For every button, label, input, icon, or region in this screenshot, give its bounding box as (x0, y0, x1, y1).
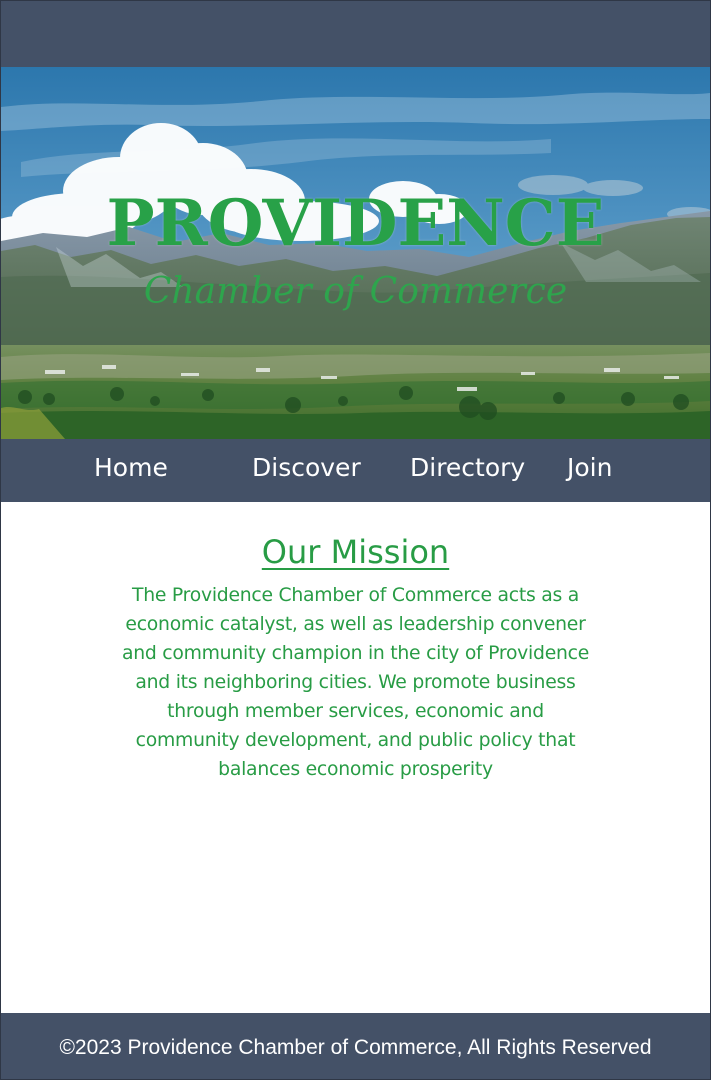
footer: ©2023 Providence Chamber of Commerce, Al… (1, 1013, 710, 1079)
mission-title: Our Mission (261, 533, 450, 571)
mission-section: Our Mission The Providence Chamber of Co… (1, 534, 710, 784)
main-navigation: Home Discover Directory Join (1, 439, 710, 502)
top-header-bar (1, 1, 710, 67)
page: PROVIDENCE Chamber of Commerce Home Disc… (0, 0, 711, 1080)
brand-subtitle: Chamber of Commerce (143, 271, 568, 312)
copyright-text: ©2023 Providence Chamber of Commerce, Al… (59, 1036, 652, 1059)
nav-item-directory[interactable]: Directory (410, 453, 525, 483)
nav-item-home[interactable]: Home (94, 453, 168, 483)
mission-text: The Providence Chamber of Commerce acts … (121, 584, 590, 780)
brand-title: PROVIDENCE (106, 186, 605, 261)
hero-banner: PROVIDENCE Chamber of Commerce (1, 67, 710, 439)
nav-item-discover[interactable]: Discover (252, 453, 361, 483)
nav-item-join[interactable]: Join (567, 453, 612, 483)
